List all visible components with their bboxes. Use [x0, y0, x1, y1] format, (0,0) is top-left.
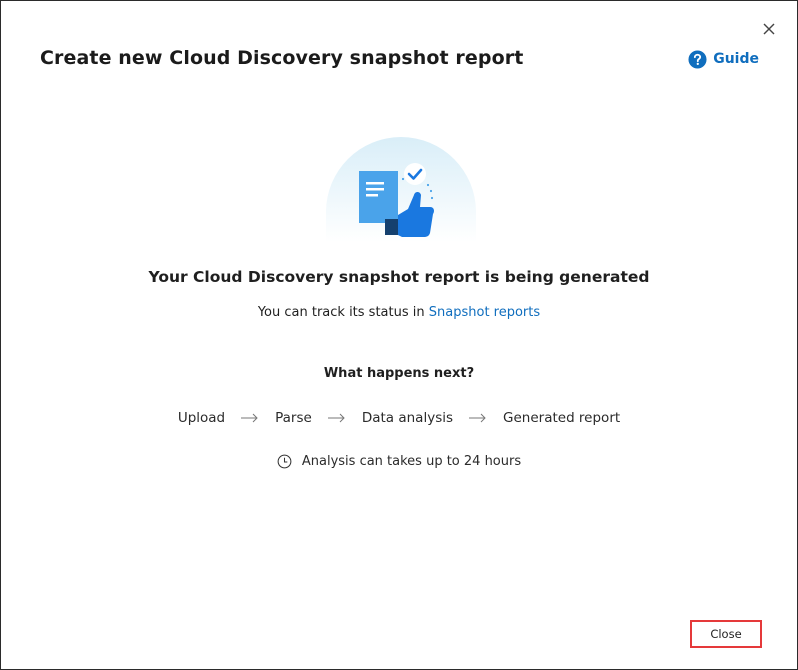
snapshot-report-dialog: Create new Cloud Discovery snapshot repo… [0, 0, 798, 670]
next-steps-heading: What happens next? [323, 366, 475, 381]
report-thumbs-up-illustration [326, 137, 476, 242]
process-steps: Upload Parse Data analysis Generated rep… [1, 410, 797, 426]
guide-link[interactable]: Guide [688, 49, 759, 69]
close-icon[interactable] [761, 21, 777, 37]
arrow-right-icon [241, 413, 258, 423]
help-circle-icon [688, 49, 707, 69]
close-button[interactable]: Close [690, 620, 762, 648]
arrow-right-icon [327, 413, 345, 423]
time-estimate-text: Analysis can takes up to 24 hours [301, 454, 522, 469]
dialog-header: Create new Cloud Discovery snapshot repo… [40, 47, 759, 69]
track-prefix: You can track its status in [257, 305, 425, 320]
arrow-right-icon [469, 413, 486, 423]
step-parse: Parse [275, 410, 312, 426]
snapshot-reports-link[interactable]: Snapshot reports [429, 305, 540, 320]
step-data-analysis: Data analysis [361, 410, 454, 426]
time-estimate: Analysis can takes up to 24 hours [1, 454, 797, 469]
dialog-title: Create new Cloud Discovery snapshot repo… [40, 47, 524, 69]
status-heading: Your Cloud Discovery snapshot report is … [148, 268, 650, 286]
track-status-line: You can track its status in Snapshot rep… [1, 305, 797, 320]
clock-icon [277, 454, 292, 469]
guide-label: Guide [713, 51, 759, 67]
step-upload: Upload [177, 410, 226, 426]
step-generated-report: Generated report [503, 410, 621, 426]
